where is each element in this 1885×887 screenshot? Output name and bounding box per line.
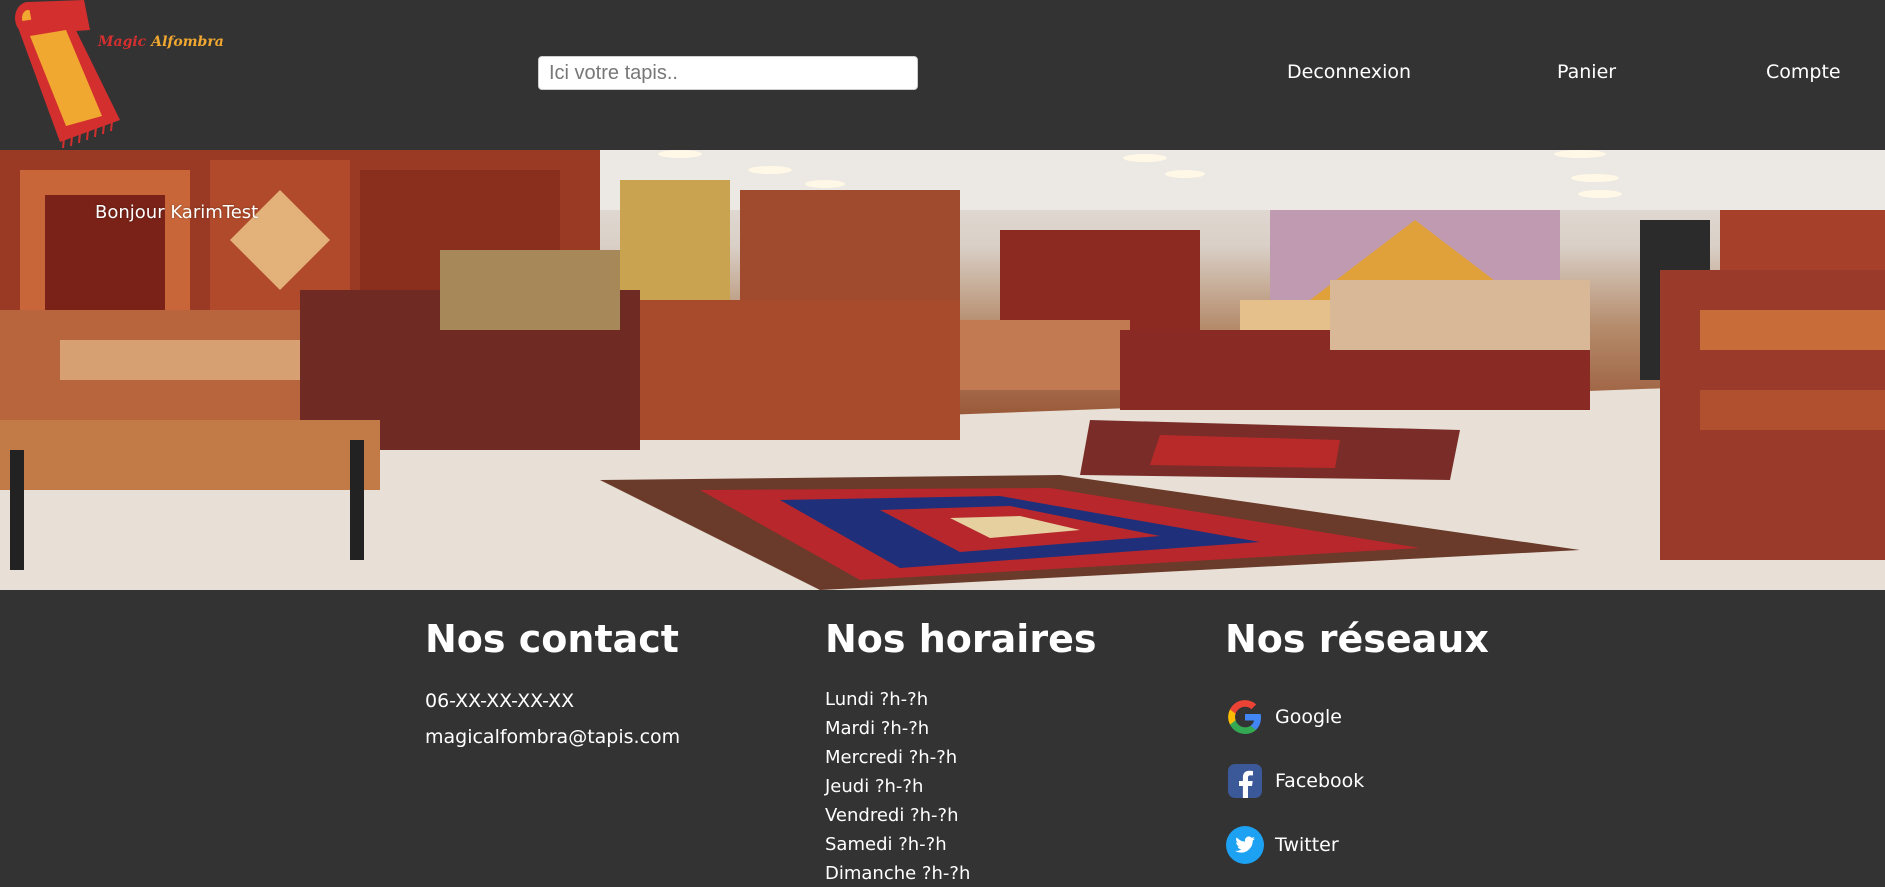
logo-word-magic: Magic bbox=[98, 34, 147, 50]
twitter-label: Twitter bbox=[1275, 834, 1339, 856]
logout-link[interactable]: Deconnexion bbox=[1287, 61, 1411, 83]
hours-day-sunday: Dimanche ?h-?h bbox=[825, 863, 971, 884]
logo-wordmark: Magic Alfombra bbox=[98, 34, 224, 50]
account-link[interactable]: Compte bbox=[1766, 61, 1841, 83]
facebook-link[interactable]: Facebook bbox=[1225, 761, 1364, 801]
site-footer: Nos contact 06-XX-XX-XX-XX magicalfombra… bbox=[0, 590, 1885, 887]
twitter-icon bbox=[1226, 826, 1264, 864]
hours-day-wednesday: Mercredi ?h-?h bbox=[825, 747, 958, 768]
facebook-icon bbox=[1228, 764, 1262, 798]
carpet-logo-icon bbox=[15, 0, 120, 149]
cart-link[interactable]: Panier bbox=[1557, 61, 1616, 83]
social-title: Nos réseaux bbox=[1225, 617, 1489, 661]
hours-day-thursday: Jeudi ?h-?h bbox=[825, 776, 924, 797]
hours-day-monday: Lundi ?h-?h bbox=[825, 689, 929, 710]
contact-phone: 06-XX-XX-XX-XX bbox=[425, 690, 575, 712]
hours-day-friday: Vendredi ?h-?h bbox=[825, 805, 959, 826]
greeting-text: Bonjour KarimTest bbox=[95, 202, 259, 223]
site-logo[interactable]: Magic Alfombra bbox=[14, 0, 234, 150]
carpet-shop-image bbox=[0, 150, 1885, 590]
site-header: MagicAlfombra Deconnexion Panier Compte bbox=[0, 0, 1885, 150]
logo-word-alfombra: Alfombra bbox=[151, 34, 224, 50]
hours-day-saturday: Samedi ?h-?h bbox=[825, 834, 947, 855]
hours-title: Nos horaires bbox=[825, 617, 1097, 661]
google-link[interactable]: Google bbox=[1225, 697, 1342, 737]
hero-banner: Bonjour KarimTest bbox=[0, 150, 1885, 590]
contact-title: Nos contact bbox=[425, 617, 679, 661]
twitter-link[interactable]: Twitter bbox=[1225, 825, 1339, 865]
hours-day-tuesday: Mardi ?h-?h bbox=[825, 718, 930, 739]
facebook-label: Facebook bbox=[1275, 770, 1365, 792]
search-input[interactable] bbox=[538, 56, 918, 90]
google-label: Google bbox=[1275, 706, 1343, 728]
google-icon bbox=[1228, 700, 1261, 734]
contact-email: magicalfombra@tapis.com bbox=[425, 726, 681, 748]
